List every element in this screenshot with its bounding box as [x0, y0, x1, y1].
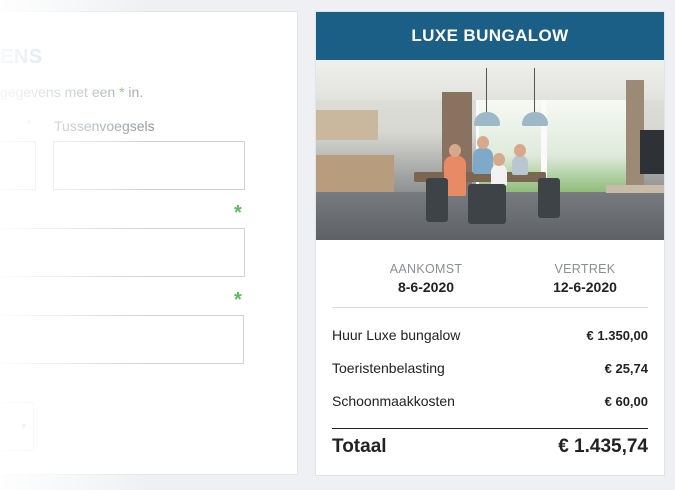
line-item-amount: € 25,74 — [604, 360, 648, 376]
tussenvoegsels-label: Tussenvoegsels — [54, 118, 155, 134]
card-title: LUXE BUNGALOW — [316, 12, 664, 60]
line-item-tourist-tax: Toeristenbelasting € 25,74 — [332, 358, 648, 378]
booking-summary-card: LUXE BUNGALOW AANKOMST 8-6-2020 VERTREK … — [315, 11, 665, 476]
total-row: Totaal € 1.435,74 — [332, 428, 648, 458]
line-item-rent: Huur Luxe bungalow € 1.350,00 — [332, 325, 648, 345]
email-field[interactable] — [0, 315, 244, 364]
arrival-date: 8-6-2020 — [397, 279, 455, 295]
form-heading: ENS — [0, 46, 43, 68]
line-item-amount: € 1.350,00 — [586, 327, 648, 343]
departure-date: 12-6-2020 — [553, 279, 617, 295]
required-mark: * — [234, 202, 242, 224]
stay-dates: AANKOMST 8-6-2020 VERTREK 12-6-2020 — [332, 262, 648, 308]
arrival-label: AANKOMST — [389, 262, 463, 276]
line-item-label: Schoonmaakkosten — [332, 393, 455, 409]
tussenvoegsels-field[interactable] — [53, 141, 245, 190]
total-label: Totaal — [332, 436, 387, 457]
total-amount: € 1.435,74 — [558, 436, 648, 457]
arrival: AANKOMST 8-6-2020 — [356, 262, 496, 295]
country-select[interactable]: ▾ — [0, 402, 34, 451]
form-intro: gegevens met een * in. — [0, 84, 144, 100]
line-item-label: Toeristenbelasting — [332, 360, 445, 376]
line-item-cleaning: Schoonmaakkosten € 60,00 — [332, 391, 648, 411]
chevron-down-icon: ▾ — [21, 421, 26, 431]
departure-label: VERTREK — [554, 262, 616, 276]
line-item-amount: € 60,00 — [604, 393, 648, 409]
optional-star: * — [26, 116, 32, 133]
required-mark: * — [234, 289, 242, 311]
initials-field[interactable] — [0, 141, 36, 190]
departure: VERTREK 12-6-2020 — [515, 262, 655, 295]
line-item-label: Huur Luxe bungalow — [332, 327, 461, 343]
bungalow-photo — [316, 60, 664, 240]
lastname-field[interactable] — [0, 228, 245, 277]
